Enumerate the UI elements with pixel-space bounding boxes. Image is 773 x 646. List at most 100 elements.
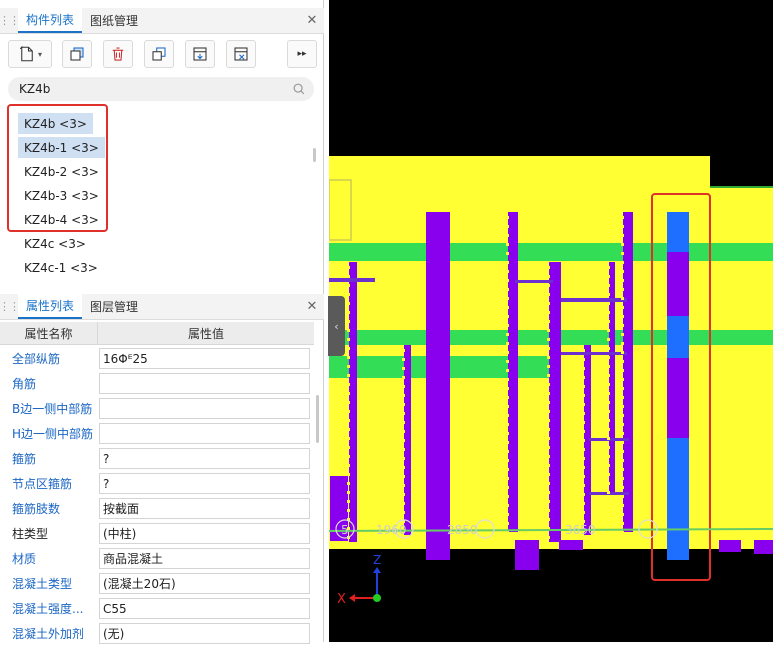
rebar-tick [547,536,550,539]
rebar-tick [506,342,509,345]
property-value-field[interactable] [99,398,310,419]
property-name: B边一侧中部筋 [12,402,93,416]
tab-component-list[interactable]: 构件列表 [18,8,83,33]
trash-icon [112,47,124,61]
property-row: B边一侧中部筋 [0,396,314,421]
rebar-tick [347,347,350,350]
property-value-field[interactable]: ? [99,473,310,494]
export-button[interactable] [185,40,215,68]
tab-drawing-management[interactable]: 图纸管理 [82,8,146,33]
rebar-tick [607,464,610,467]
rebar-tick [402,493,405,496]
property-value-field[interactable]: (混凝土20石) [99,573,310,594]
rebar-tick [547,293,550,296]
rebar-tick [506,405,509,408]
column [349,262,357,542]
property-value-field[interactable] [99,423,310,444]
rebar-tick [402,367,405,370]
rebar-tick [347,401,350,404]
property-value-field[interactable]: C55 [99,598,310,619]
rebar-tick [621,351,624,354]
rebar-tick [547,473,550,476]
property-value-field[interactable]: 16Φᴱ25 [99,348,310,369]
component-item-kz4b-4[interactable]: KZ4b-4 <3> [18,209,105,230]
rebar-tick [621,324,624,327]
component-item-kz4c[interactable]: KZ4c <3> [18,233,92,254]
chevron-left-icon: ‹ [334,319,339,333]
layer-copy-button[interactable] [144,40,174,68]
new-file-icon [19,46,33,62]
property-scrollbar[interactable] [316,395,319,443]
rebar-tick [547,311,550,314]
list-scrollbar[interactable] [313,148,316,162]
tab-layer-management[interactable]: 图层管理 [82,294,146,319]
drag-grip-icon[interactable]: ⋮⋮ [0,294,20,319]
rebar-tick [506,432,509,435]
rebar-tick [402,502,405,505]
rebar-tick [607,383,610,386]
rebar-tick [621,468,624,471]
rebar-tick [547,338,550,341]
rebar-tick [621,450,624,453]
rebar-tick [582,439,585,442]
rebar-tick [506,243,509,246]
property-value-field[interactable]: (中柱) [99,523,310,544]
rebar-tick [621,297,624,300]
rebar-tick [621,423,624,426]
property-name: 角筋 [12,377,37,391]
close-icon[interactable]: ✕ [300,8,324,33]
rebar-tick [547,446,550,449]
property-value-field[interactable]: 按截面 [99,498,310,519]
component-item-kz4b[interactable]: KZ4b <3> [18,113,93,134]
component-item-kz4c-1[interactable]: KZ4c-1 <3> [18,257,104,278]
component-search [8,77,314,101]
rebar-tick [506,441,509,444]
rebar-tick [506,369,509,372]
thin-beam [515,280,553,283]
rebar-tick [621,486,624,489]
z-axis-label: Z [373,553,381,567]
property-row: 角筋 [0,371,314,396]
rebar-tick [347,338,350,341]
rebar-tick [621,378,624,381]
search-input[interactable] [19,82,292,96]
rebar-tick [506,468,509,471]
import-icon [234,47,248,61]
rebar-tick [547,455,550,458]
component-item-kz4b-3[interactable]: KZ4b-3 <3> [18,185,105,206]
rebar-tick [621,495,624,498]
rebar-tick [347,410,350,413]
drawing-viewport[interactable]: 5 1960 2850 3650 X Z [329,0,773,642]
rebar-tick [347,437,350,440]
rebar-tick [347,446,350,449]
component-item-kz4b-1[interactable]: KZ4b-1 <3> [18,137,105,158]
rebar-tick [347,428,350,431]
rebar-tick [607,401,610,404]
model-canvas[interactable]: 5 1960 2850 3650 X Z [329,0,773,642]
more-button[interactable]: ▸▸ [287,40,317,68]
delete-component-button[interactable] [103,40,133,68]
drag-grip-icon[interactable]: ⋮⋮ [0,8,20,33]
property-value-field[interactable] [99,373,310,394]
property-value-field[interactable]: (无) [99,623,310,644]
copy-component-button[interactable] [62,40,92,68]
new-component-button[interactable]: ▾ [8,40,52,68]
property-value-field[interactable]: 商品混凝土 [99,548,310,569]
rebar-tick [402,394,405,397]
rebar-tick [607,284,610,287]
close-icon[interactable]: ✕ [300,294,324,319]
collapse-panel-button[interactable]: ‹ [328,296,345,356]
property-tabbar: ⋮⋮ 属性列表 图层管理 ✕ [0,294,324,320]
rebar-tick [582,475,585,478]
import-button[interactable] [226,40,256,68]
rebar-tick [621,234,624,237]
rebar-tick [402,403,405,406]
grid-label: 5 [341,523,349,537]
rebar-tick [347,374,350,377]
component-toolbar: ▾ ▸▸ [0,40,324,70]
component-item-kz4b-2[interactable]: KZ4b-2 <3> [18,161,105,182]
rebar-tick [607,482,610,485]
property-value-field[interactable]: ? [99,448,310,469]
tab-property-list[interactable]: 属性列表 [18,294,83,319]
search-icon[interactable] [292,82,306,96]
